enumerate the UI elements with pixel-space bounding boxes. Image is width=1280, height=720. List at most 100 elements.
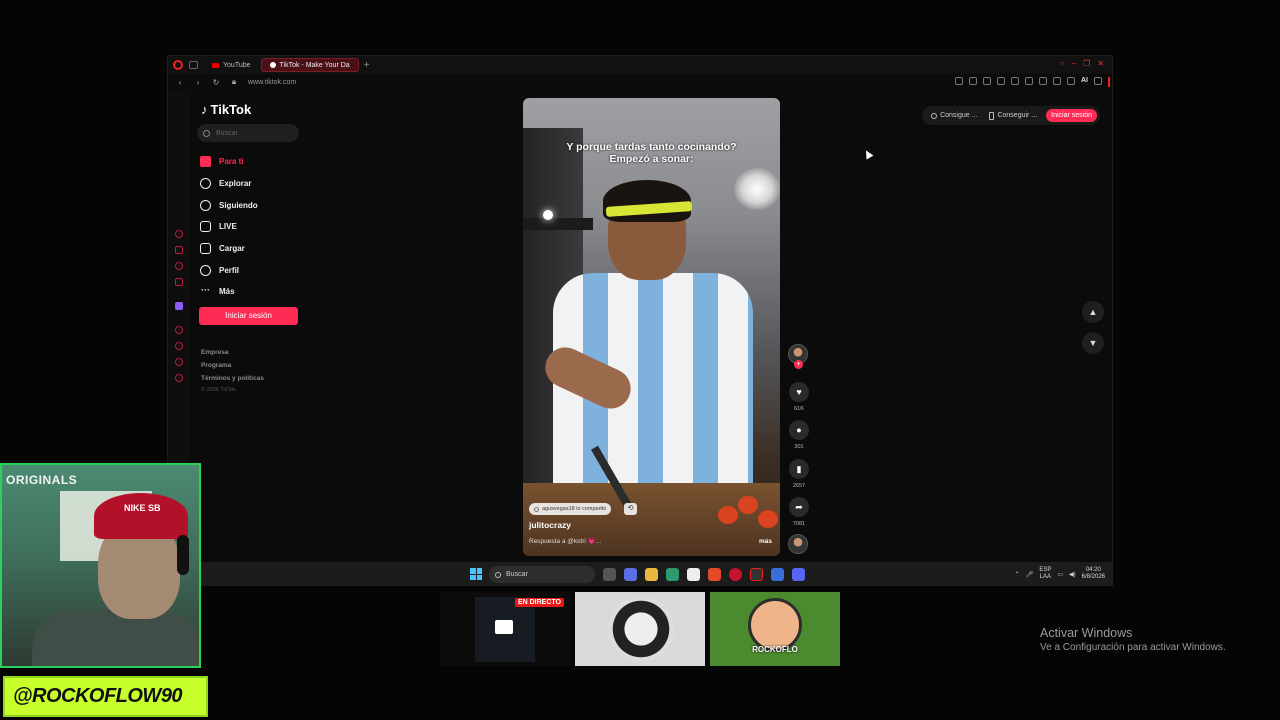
nav-item-siguiendo[interactable]: Siguiendo: [200, 194, 258, 216]
nav-item-para-ti[interactable]: Para ti: [200, 151, 258, 173]
footer-link-programa[interactable]: Programa: [201, 359, 264, 372]
copilot-icon[interactable]: [624, 568, 637, 581]
share-button[interactable]: ➦: [789, 497, 809, 517]
nav-item-live[interactable]: LIVE: [200, 216, 258, 238]
app-icon[interactable]: [771, 568, 784, 581]
tab-tiktok[interactable]: TikTok - Make Your Da: [260, 58, 359, 72]
edge-icon[interactable]: [666, 568, 679, 581]
pinboard-icon[interactable]: [175, 358, 183, 366]
clock[interactable]: 04:20 6/8/2026: [1082, 567, 1105, 581]
avatar-tag: ROCKOFLO: [752, 645, 798, 654]
messenger-icon[interactable]: [1039, 77, 1047, 85]
search-tabs-icon[interactable]: ○: [1060, 59, 1065, 68]
discord-icon[interactable]: [792, 568, 805, 581]
video-scene-tomato: [758, 510, 778, 528]
vpn-icon[interactable]: [997, 77, 1005, 85]
close-button[interactable]: ✕: [1097, 59, 1104, 68]
login-button-top[interactable]: Iniciar sesión: [1046, 109, 1097, 122]
flow-icon[interactable]: [175, 246, 183, 254]
like-button[interactable]: ♥: [789, 382, 809, 402]
taskbar-search[interactable]: Buscar: [489, 566, 595, 583]
network-icon[interactable]: ▭: [1057, 571, 1063, 578]
previous-video-button[interactable]: ▲: [1082, 301, 1104, 323]
get-app-button[interactable]: Conseguir ...: [986, 111, 1040, 120]
url-field[interactable]: www.tiktok.com: [248, 79, 296, 86]
store-icon[interactable]: [687, 568, 700, 581]
download-icon[interactable]: [1067, 77, 1075, 85]
search-placeholder: Buscar: [216, 129, 238, 137]
headset: [177, 535, 189, 575]
search-input[interactable]: Buscar: [197, 124, 299, 142]
video-player[interactable]: Y porque tardas tanto cocinando? Empezó …: [523, 98, 780, 556]
nav-item-mas[interactable]: ··· Más: [200, 281, 258, 303]
comment-button[interactable]: ●: [789, 420, 809, 440]
music-disc-icon[interactable]: [788, 534, 808, 554]
instagram-icon[interactable]: [175, 278, 183, 286]
footer-link-terminos[interactable]: Términos y políticas: [201, 372, 264, 385]
toolbar-icons: AI: [955, 77, 1102, 85]
maximize-button[interactable]: ❐: [1083, 59, 1090, 68]
tab-workspace-icon[interactable]: [189, 61, 198, 69]
stream-thumbnail-art[interactable]: [575, 592, 705, 666]
back-button[interactable]: ‹: [174, 78, 186, 87]
twitch-icon[interactable]: [175, 302, 183, 310]
aria-icon[interactable]: [175, 230, 183, 238]
shared-by-text: agusvegas18 lo compartió: [542, 506, 607, 512]
player-icon[interactable]: [1011, 77, 1019, 85]
tiktok-icon: [269, 62, 276, 68]
heart-icon[interactable]: [1025, 77, 1033, 85]
start-button[interactable]: [470, 568, 482, 580]
nav-label: Más: [219, 287, 235, 297]
search-icon: [495, 571, 501, 578]
more-link[interactable]: más: [759, 538, 772, 545]
login-button-sidebar[interactable]: Iniciar sesión: [199, 307, 298, 325]
volume-icon[interactable]: ◀︎): [1069, 571, 1076, 578]
new-tab-button[interactable]: +: [364, 60, 370, 71]
wallet-icon[interactable]: [1053, 77, 1061, 85]
repost-icon[interactable]: ⟲: [624, 503, 637, 515]
tiktok-logo[interactable]: ♪ TikTok: [201, 102, 251, 117]
minimize-button[interactable]: –: [1072, 59, 1076, 68]
shield-icon[interactable]: [983, 77, 991, 85]
compass-icon: [200, 178, 211, 190]
taskbar-search-label: Buscar: [506, 571, 528, 578]
add-icon[interactable]: [175, 326, 183, 334]
nav-item-cargar[interactable]: Cargar: [200, 238, 258, 260]
file-explorer-icon[interactable]: [645, 568, 658, 581]
video-username[interactable]: julitocrazy: [529, 520, 571, 530]
nav-label: Explorar: [219, 179, 252, 189]
stream-thumbnail-live[interactable]: EN DIRECTO: [440, 592, 570, 666]
language-indicator[interactable]: ESP LAA: [1039, 567, 1051, 581]
brave-icon[interactable]: [708, 568, 721, 581]
task-view-icon[interactable]: [603, 568, 616, 581]
menu-icon[interactable]: [1094, 77, 1102, 85]
obs-icon[interactable]: [750, 568, 763, 581]
bookmark-icon[interactable]: [955, 77, 963, 85]
nav-item-perfil[interactable]: Perfil: [200, 259, 258, 281]
settings-icon[interactable]: [175, 374, 183, 382]
history-icon[interactable]: [175, 342, 183, 350]
like-count: 61K: [794, 406, 804, 412]
cartoon-avatar: [748, 598, 802, 652]
next-video-button[interactable]: ▼: [1082, 332, 1104, 354]
microphone-icon[interactable]: 🎤︎: [1026, 571, 1034, 578]
opera-logo-icon[interactable]: [173, 60, 183, 70]
get-coins-button[interactable]: Consigue ...: [928, 112, 980, 119]
reload-button[interactable]: ↻: [210, 78, 222, 87]
footer-link-empresa[interactable]: Empresa: [201, 346, 264, 359]
video-scene-shelf: [523, 218, 593, 230]
nav-label: Siguiendo: [219, 200, 258, 210]
snapshot-icon[interactable]: [969, 77, 977, 85]
stream-thumbnail-avatar[interactable]: ROCKOFLO: [710, 592, 840, 666]
messenger-side-icon[interactable]: [175, 262, 183, 270]
ai-button[interactable]: AI: [1081, 77, 1088, 85]
forward-button[interactable]: ›: [192, 78, 204, 87]
follow-plus-icon[interactable]: +: [794, 360, 803, 369]
save-button[interactable]: ▮: [789, 459, 809, 479]
tab-youtube[interactable]: YouTube: [204, 58, 259, 72]
tab-label: YouTube: [223, 61, 251, 69]
nav-item-explorar[interactable]: Explorar: [200, 173, 258, 195]
opera-taskbar-icon[interactable]: [729, 568, 742, 581]
shared-by-badge[interactable]: agusvegas18 lo compartió: [529, 503, 612, 515]
chevron-up-icon[interactable]: ⌃: [1015, 571, 1020, 578]
